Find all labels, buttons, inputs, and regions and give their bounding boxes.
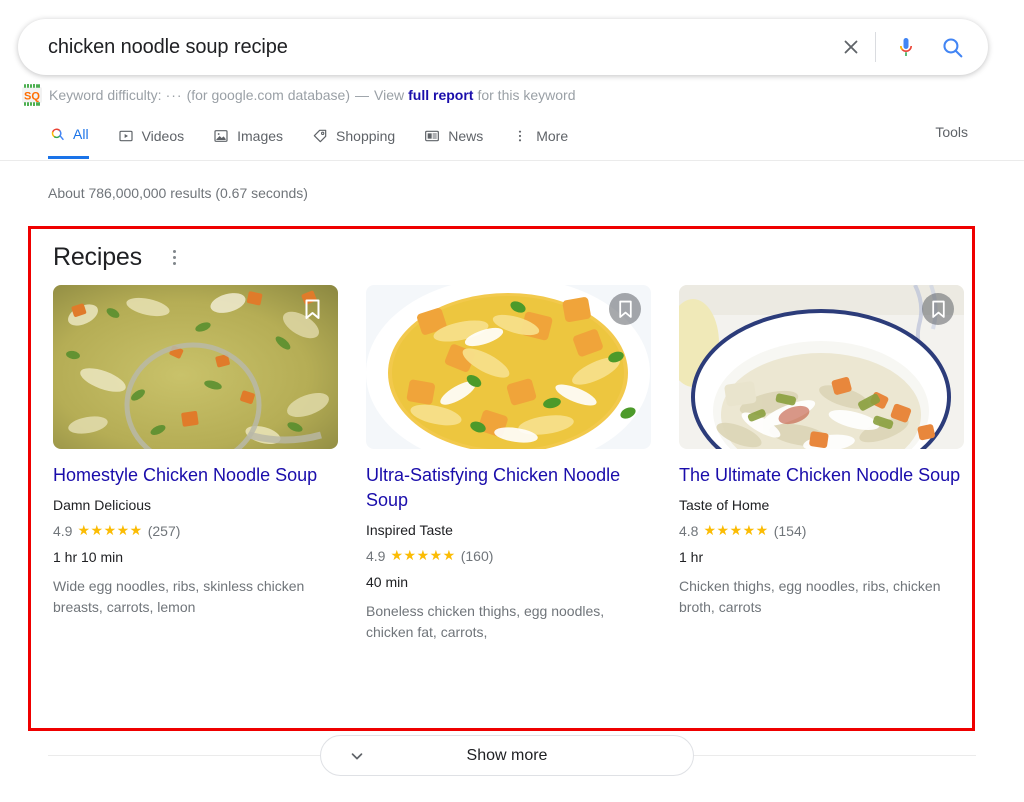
search-nav-tabs: All Videos Images Shopping News More Too… — [0, 112, 1024, 161]
review-count: (257) — [147, 522, 181, 539]
recipe-time: 40 min — [366, 574, 409, 590]
recipe-image[interactable] — [53, 285, 338, 449]
recipe-time: 1 hr 10 min — [53, 549, 124, 565]
tab-label: Shopping — [336, 127, 396, 144]
tab-more[interactable]: More — [511, 112, 568, 159]
video-icon — [117, 127, 135, 145]
tab-label: All — [73, 126, 89, 142]
rating-stars: ★★★★★ — [703, 522, 769, 538]
recipe-rating: 4.9 ★★★★★ (257) — [53, 522, 338, 539]
show-more-button[interactable]: Show more — [320, 735, 694, 776]
result-count: About 786,000,000 results (0.67 seconds) — [48, 185, 308, 201]
keyword-difficulty-value: ··· — [165, 87, 183, 103]
recipe-card-list: Homestyle Chicken Noodle Soup Damn Delic… — [31, 272, 972, 643]
news-icon — [423, 127, 441, 145]
show-more-label: Show more — [466, 746, 548, 764]
rating-value: 4.9 — [366, 547, 386, 564]
seo-suffix-label: for this keyword — [477, 87, 576, 103]
tab-list: All Videos Images Shopping News More — [48, 112, 596, 159]
recipe-card[interactable]: Ultra-Satisfying Chicken Noodle Soup Ins… — [366, 285, 651, 643]
bookmark-icon[interactable] — [609, 293, 641, 325]
kebab-icon — [511, 127, 529, 145]
tab-all[interactable]: All — [48, 112, 89, 159]
keyword-difficulty-database: (for google.com database) — [186, 87, 351, 103]
tab-images[interactable]: Images — [212, 112, 283, 159]
recipe-source: Taste of Home — [679, 497, 770, 513]
recipe-time: 1 hr — [679, 549, 704, 565]
tag-icon — [311, 127, 329, 145]
tab-label: More — [536, 127, 569, 144]
search-bar[interactable] — [18, 19, 988, 75]
recipes-title: Recipes — [53, 243, 142, 271]
recipe-image[interactable] — [679, 285, 964, 449]
rating-value: 4.9 — [53, 522, 73, 539]
search-bar-container — [18, 19, 988, 75]
tab-news[interactable]: News — [423, 112, 483, 159]
rating-stars: ★★★★★ — [390, 547, 456, 563]
recipe-rating: 4.8 ★★★★★ (154) — [679, 522, 964, 539]
tab-label: Images — [237, 127, 284, 144]
svg-text:SQ: SQ — [24, 91, 40, 103]
recipes-module-highlight: Recipes Homestyle Chicken Noodle Soup Da… — [28, 226, 975, 731]
bookmark-icon[interactable] — [922, 293, 954, 325]
keyword-difficulty-label: Keyword difficulty: — [49, 87, 162, 103]
tab-label: News — [448, 127, 484, 144]
rating-stars: ★★★★★ — [77, 522, 143, 538]
recipe-card[interactable]: Homestyle Chicken Noodle Soup Damn Delic… — [53, 285, 338, 643]
recipe-ingredients: Chicken thighs, egg noodles, ribs, chick… — [679, 578, 941, 615]
review-count: (160) — [460, 547, 494, 564]
recipe-image[interactable] — [366, 285, 651, 449]
bookmark-icon[interactable] — [296, 293, 328, 325]
recipe-rating: 4.9 ★★★★★ (160) — [366, 547, 651, 564]
recipe-title[interactable]: Homestyle Chicken Noodle Soup — [53, 463, 338, 488]
tab-label: Videos — [141, 127, 185, 144]
rating-value: 4.8 — [679, 522, 699, 539]
seoquake-keyword-difficulty-bar: SQ Keyword difficulty: ··· (for google.c… — [21, 83, 576, 107]
recipes-header: Recipes — [31, 229, 972, 272]
image-icon — [212, 127, 230, 145]
microphone-icon[interactable] — [884, 25, 928, 69]
recipe-title[interactable]: Ultra-Satisfying Chicken Noodle Soup — [366, 463, 651, 513]
seo-dash: — — [355, 87, 370, 103]
full-report-link[interactable]: full report — [408, 87, 473, 103]
recipe-source: Inspired Taste — [366, 522, 453, 538]
search-divider — [875, 32, 876, 62]
recipe-ingredients: Boneless chicken thighs, egg noodles, ch… — [366, 603, 605, 640]
tab-videos[interactable]: Videos — [117, 112, 185, 159]
search-icon[interactable] — [928, 25, 976, 69]
seoquake-logo: SQ — [21, 83, 43, 107]
google-search-icon — [48, 125, 66, 143]
review-count: (154) — [773, 522, 807, 539]
tab-shopping[interactable]: Shopping — [311, 112, 395, 159]
seo-view-label: View — [374, 87, 405, 103]
recipe-source: Damn Delicious — [53, 497, 152, 513]
recipe-ingredients: Wide egg noodles, ribs, skinless chicken… — [53, 578, 305, 615]
tools-button[interactable]: Tools — [935, 124, 968, 140]
recipe-card[interactable]: The Ultimate Chicken Noodle Soup Taste o… — [679, 285, 964, 643]
recipe-title[interactable]: The Ultimate Chicken Noodle Soup — [679, 463, 964, 488]
search-input[interactable] — [48, 35, 833, 59]
recipes-menu-kebab-icon[interactable] — [164, 247, 186, 269]
chevron-down-icon — [347, 746, 367, 766]
close-icon[interactable] — [833, 27, 869, 67]
